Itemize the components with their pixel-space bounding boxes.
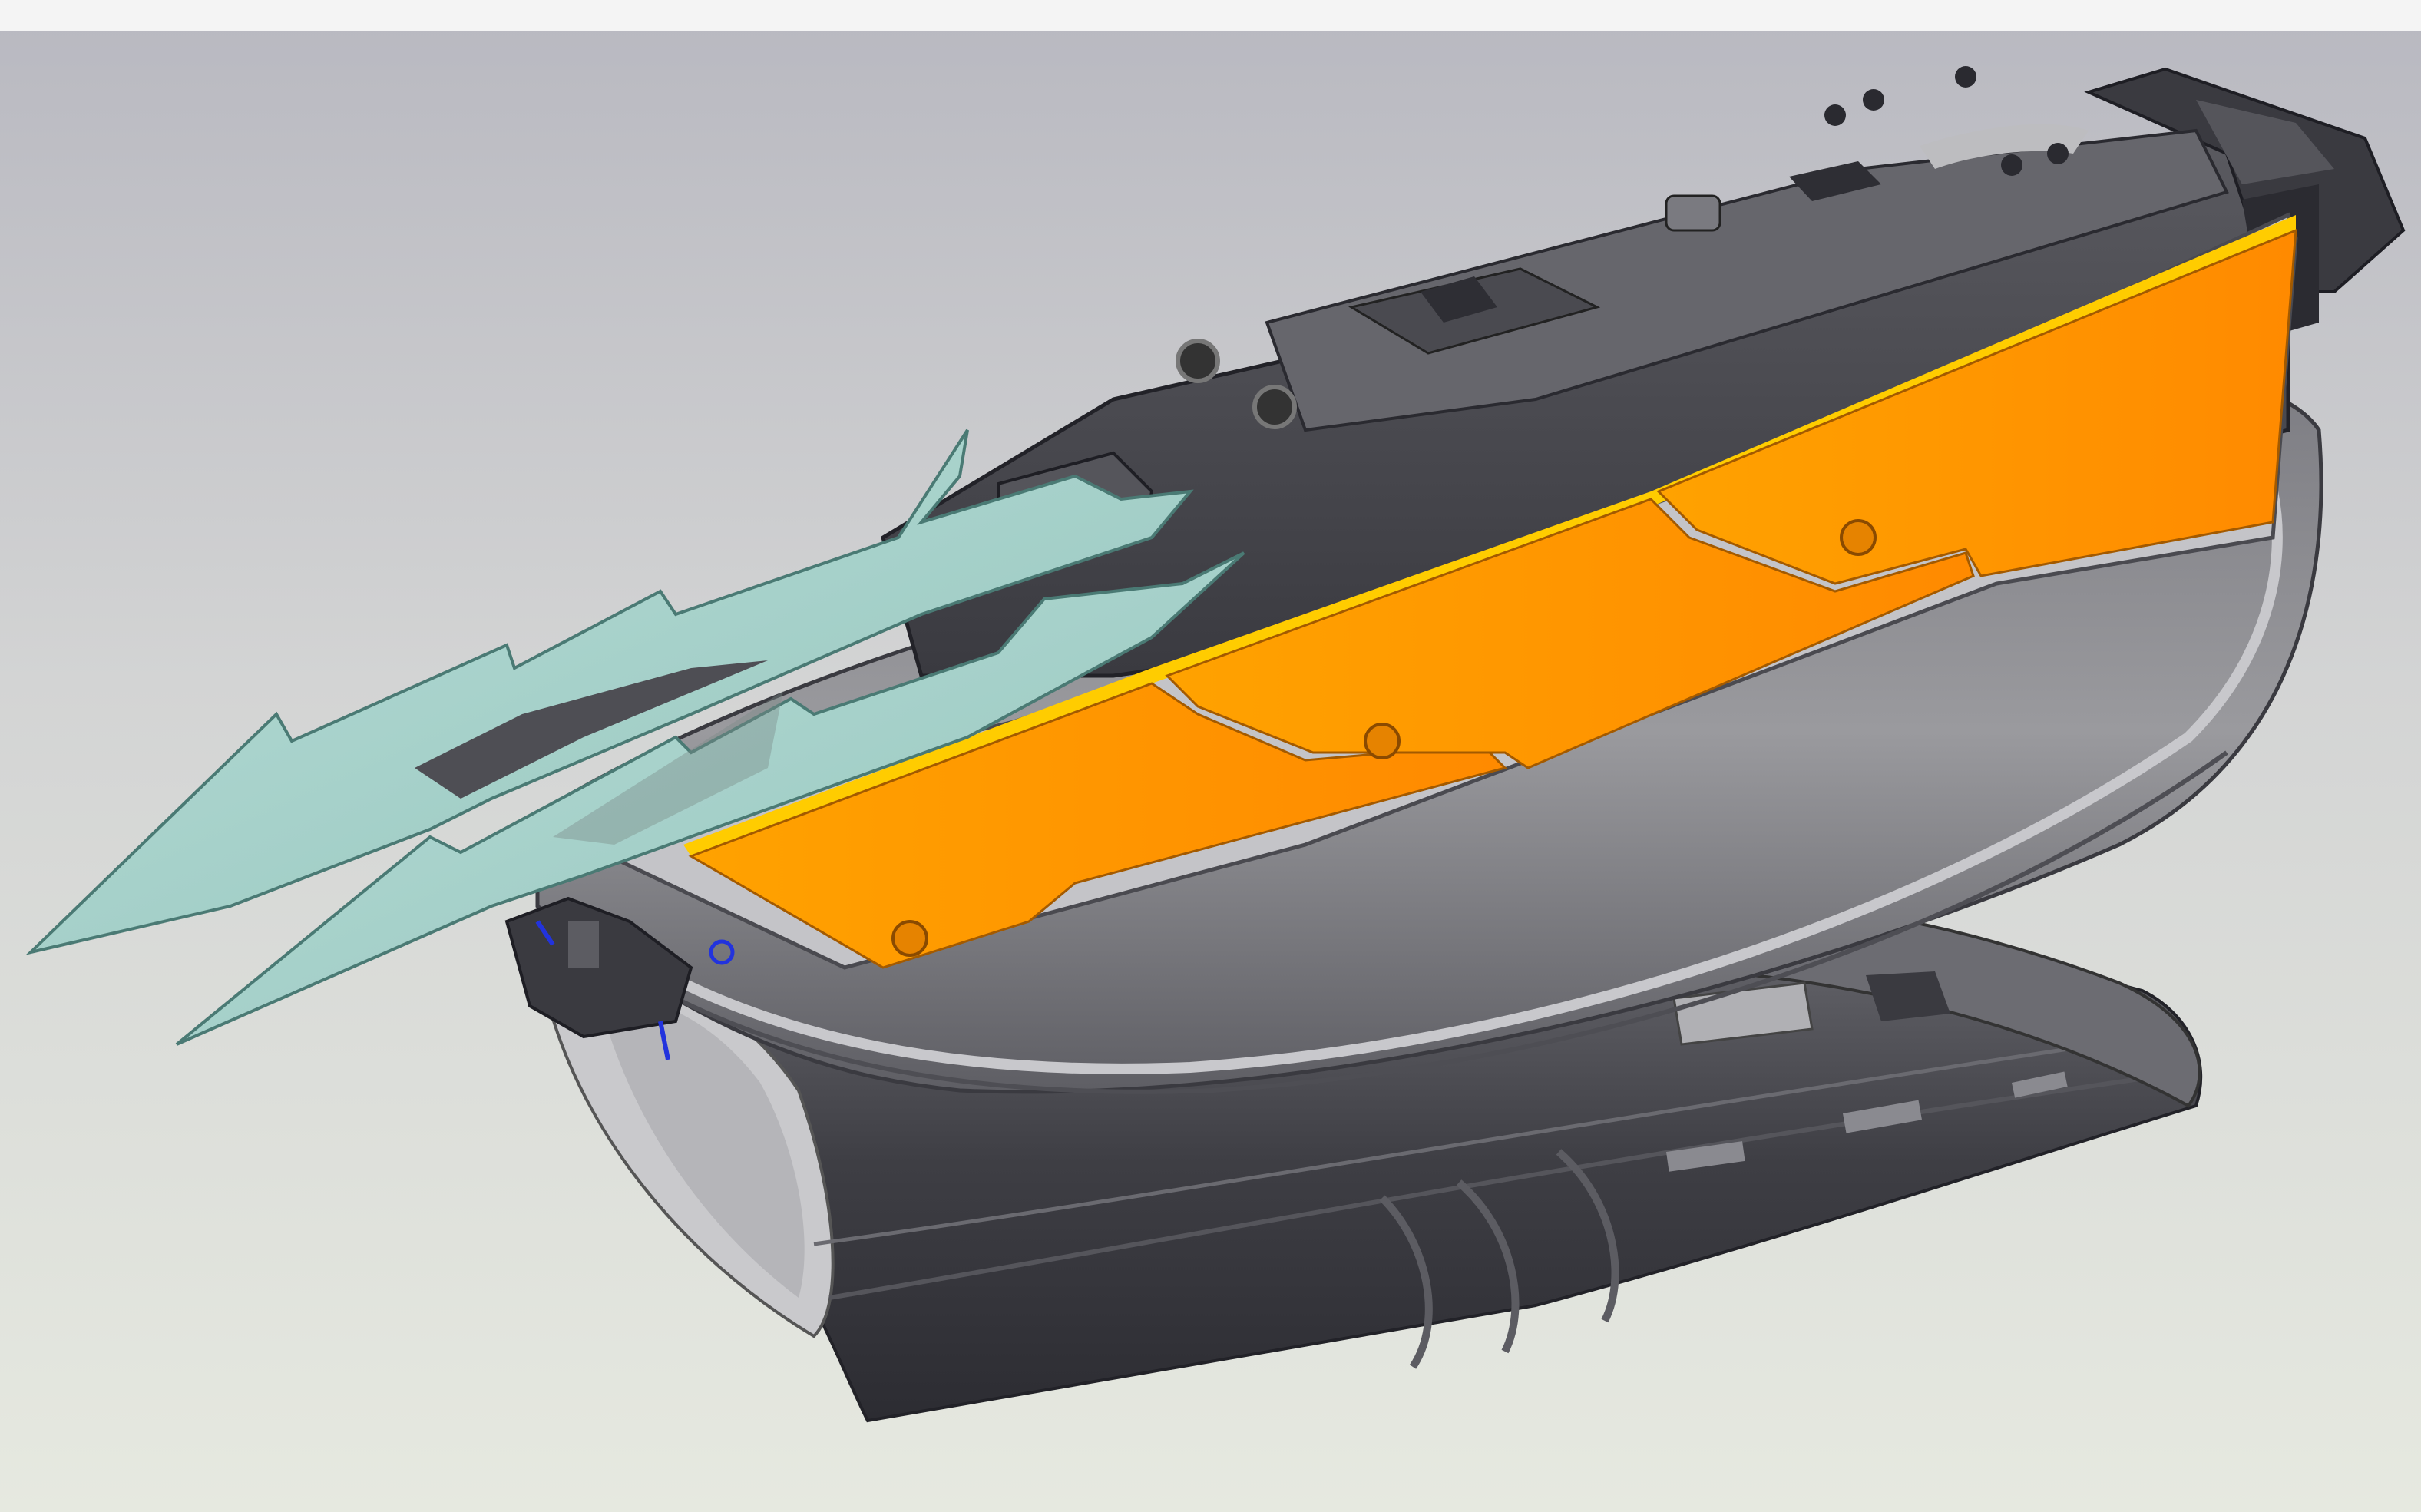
monitor-top-bezel	[0, 0, 2421, 31]
screw-hole	[1863, 89, 1884, 111]
screw-hole	[1252, 385, 1297, 429]
screw-hole	[2047, 143, 2069, 164]
screw-hole	[1176, 339, 1220, 383]
screw-hole	[1955, 66, 1976, 88]
screw-hole	[2001, 154, 2022, 176]
cad-screen	[0, 0, 2421, 1512]
model-viewport[interactable]	[0, 0, 2421, 1512]
screw-hole	[1824, 104, 1846, 126]
housing-button[interactable]	[1665, 194, 1721, 232]
plate-hole	[1364, 723, 1401, 759]
plate-hole	[891, 920, 928, 957]
plate-hole	[1840, 519, 1877, 556]
